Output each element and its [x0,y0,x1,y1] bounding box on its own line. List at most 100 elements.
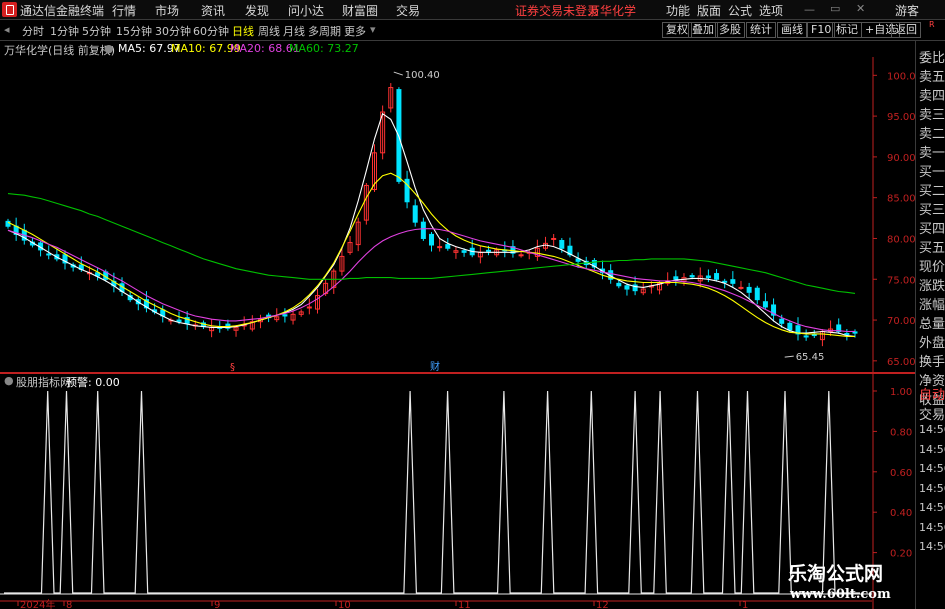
button-duogu[interactable]: 多股 [715,22,745,38]
button-biaoji[interactable]: 标记 [832,22,862,38]
tick-time-label: 14:56 [919,501,945,514]
candle [70,262,76,272]
quote-field-label: 现价 [919,260,945,275]
candle-body [176,319,182,323]
price-tick-label: 70.00 [887,316,915,327]
time-tick-label: 10 [338,600,351,609]
indicator-settings-icon[interactable]: ● [4,374,14,387]
candle-body [445,244,451,249]
menu-faxian[interactable]: 发现 [245,2,269,19]
candle [738,280,744,290]
candle [665,272,671,286]
candle-body [624,285,630,290]
chevron-left-icon[interactable]: ◂ [4,23,10,36]
candle [477,245,483,264]
app-title: 通达信金融终端 [20,4,105,18]
close-icon[interactable]: ✕ [856,2,865,15]
candle [795,317,801,341]
candle [355,217,361,252]
price-tick-label: 75.00 [887,275,915,286]
period-monthly[interactable]: 月线 [283,23,305,39]
minimize-icon[interactable]: — [804,3,815,16]
watermark-title: 乐淘公式网 [788,563,884,585]
menu-hangqing[interactable]: 行情 [112,2,136,19]
menu-zixun[interactable]: 资讯 [201,2,225,19]
candle-body [486,249,492,252]
menu-wenxiaoda[interactable]: 问小达 [288,2,324,19]
candle-body [705,275,711,279]
quote-field-label: 买二 [919,184,945,199]
menu-xuanxiang[interactable]: 选项 [759,2,783,19]
price-tick-label: 85.00 [887,194,915,205]
trade-status-text[interactable]: 证券交易未登录 [515,2,599,19]
quote-field-label: 买三 [919,203,945,218]
time-tick-label: 8 [66,600,72,609]
menu-jiaoyi[interactable]: 交易 [396,2,420,19]
button-back[interactable]: 返回 [891,22,921,38]
quote-field-label: 卖一 [919,146,945,161]
button-huaxian[interactable]: 画线 [777,22,807,38]
marker-s: § [230,362,235,373]
candle [803,329,809,341]
candle [730,271,736,288]
candle [437,238,443,252]
price-tick-label: 90.00 [887,153,915,164]
period-60min[interactable]: 60分钟 [193,23,229,39]
app-logo-icon [2,2,17,17]
candle-body [616,282,622,287]
candle [746,282,752,299]
indicator-tick-label: 0.40 [890,508,912,519]
candle [331,268,337,294]
user-label[interactable]: 游客 [895,2,919,19]
corner-label: R [929,20,935,29]
candle-body [746,286,752,293]
high-price-label: 100.40 [405,70,440,81]
candle [836,318,842,334]
candle [135,297,141,311]
candle [754,285,760,305]
period-daily[interactable]: 日线 [232,23,254,39]
chart-stock-title: 万华化学(日线 前复权) [4,44,116,57]
menu-shichang[interactable]: 市场 [155,2,179,19]
candle-body [779,318,785,324]
time-tick-label: 9 [214,600,220,609]
price-tick-label: 80.00 [887,234,915,245]
candle [551,233,557,246]
price-tick-label: 95.00 [887,112,915,123]
period-more[interactable]: 更多 [344,23,366,39]
period-30min[interactable]: 30分钟 [155,23,191,39]
period-weekly[interactable]: 周线 [258,23,280,39]
chart-info-row: 万华化学(日线 前复权) ● MA5: 67.97 MA10: 67.99 MA… [0,41,872,57]
period-multi[interactable]: 多周期 [308,23,341,39]
button-diejia[interactable]: 叠加 [688,22,718,38]
menu-banmian[interactable]: 版面 [697,2,721,19]
kline-chart[interactable]: 65.00 70.00 75.00 80.00 85.00 90.00 95.00 100.0… [0,57,915,373]
button-tongji[interactable]: 统计 [746,22,776,38]
candle-body [429,233,434,246]
chevron-down-icon[interactable]: ▾ [370,23,376,36]
tick-time-label: 14:56 [919,540,945,553]
candle [209,318,215,338]
tick-time-label: 14:56 [919,462,945,475]
tick-time-label: 14:56 [919,423,945,436]
menu-gongneng[interactable]: 功能 [666,2,690,19]
menu-gongshi[interactable]: 公式 [728,2,752,19]
time-tick-label: 2024年 [20,598,55,609]
low-price-label: 65.45 [796,352,825,363]
settings-circle-icon[interactable]: ● [104,42,114,55]
candle [257,314,263,329]
candle-body [754,287,760,301]
stock-name-title: 万华化学 [588,4,637,18]
candle-body [844,333,850,336]
candle [771,298,777,322]
tick-time-label: 14:56 [919,520,945,534]
indicator-alert: 预警: 0.00 [66,376,120,389]
restore-icon[interactable]: ▭ [830,2,840,15]
period-15min[interactable]: 15分钟 [116,23,152,39]
candle [640,282,646,296]
menu-caifuquan[interactable]: 财富圈 [342,2,378,19]
trade-panel-label[interactable]: 自动 [919,384,945,403]
period-5min[interactable]: 5分钟 [82,23,111,39]
period-fenshi[interactable]: 分时 [22,23,44,39]
period-1min[interactable]: 1分钟 [50,23,79,39]
